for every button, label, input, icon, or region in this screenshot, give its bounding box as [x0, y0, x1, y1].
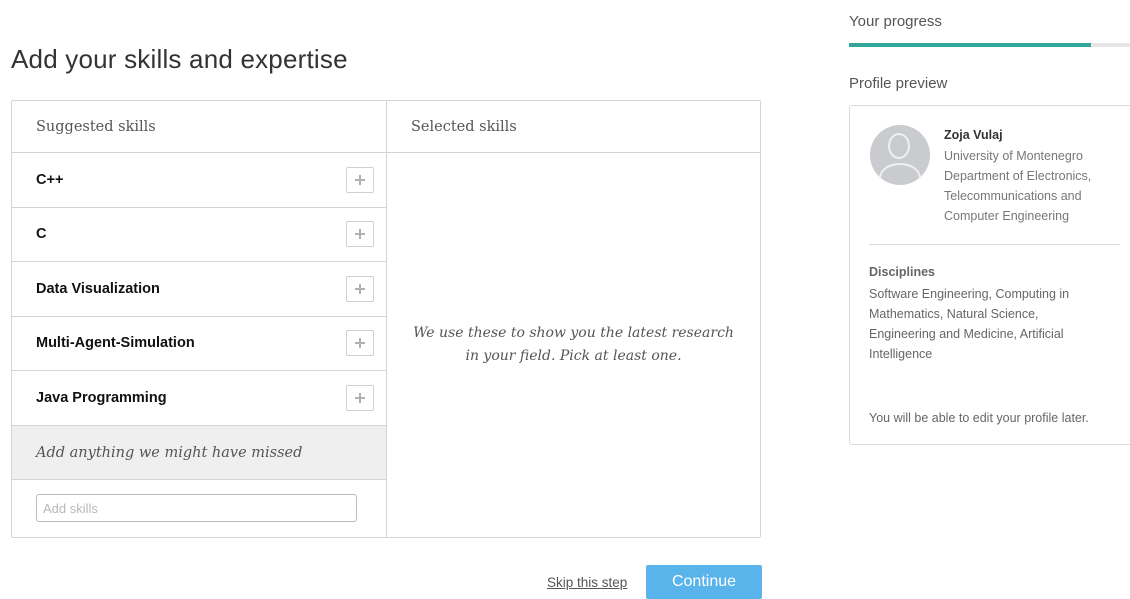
suggested-skills-column: Suggested skills C++ C Data Visualizatio…	[12, 101, 387, 537]
profile-preview-label: Profile preview	[849, 75, 948, 92]
skill-label: Data Visualization	[36, 280, 160, 297]
profile-affiliation: University of Montenegro Department of E…	[944, 149, 1092, 223]
add-skills-container	[12, 480, 386, 538]
skip-step-link[interactable]: Skip this step	[547, 575, 627, 590]
plus-icon	[355, 338, 365, 349]
suggested-skill-row: Multi-Agent-Simulation	[12, 317, 386, 371]
disciplines-title: Disciplines	[869, 265, 935, 279]
plus-icon	[355, 229, 365, 240]
suggested-skill-row: Data Visualization	[12, 262, 386, 317]
continue-button[interactable]: Continue	[646, 565, 762, 599]
progress-bar-fill	[849, 43, 1091, 47]
card-divider	[869, 244, 1120, 245]
skills-panel: Suggested skills C++ C Data Visualizatio…	[11, 100, 761, 538]
edit-profile-note: You will be able to edit your profile la…	[869, 411, 1089, 425]
selected-skills-header: Selected skills	[387, 101, 760, 153]
plus-icon	[355, 174, 365, 185]
profile-preview-card: Zoja Vulaj University of Montenegro Depa…	[849, 105, 1130, 445]
suggested-skill-row: C++	[12, 153, 386, 208]
add-skill-button[interactable]	[346, 275, 374, 302]
progress-label: Your progress	[849, 13, 942, 30]
plus-icon	[355, 283, 365, 294]
page: Add your skills and expertise Suggested …	[0, 0, 1130, 599]
add-missing-skills-label: Add anything we might have missed	[12, 425, 386, 480]
skill-label: Java Programming	[36, 389, 167, 406]
skill-label: C++	[36, 171, 64, 188]
add-skill-button[interactable]	[346, 166, 374, 193]
add-skill-button[interactable]	[346, 384, 374, 411]
selected-skills-hint: We use these to show you the latest rese…	[413, 325, 734, 364]
add-skill-button[interactable]	[346, 221, 374, 248]
selected-skills-column: Selected skills We use these to show you…	[387, 101, 760, 537]
plus-icon	[355, 392, 365, 403]
progress-bar	[849, 43, 1130, 47]
selected-skills-dropzone: We use these to show you the latest rese…	[387, 153, 760, 537]
add-skill-button[interactable]	[346, 330, 374, 357]
suggested-skill-row: Java Programming	[12, 371, 386, 426]
suggested-skill-row: C	[12, 208, 386, 262]
skill-label: C	[36, 226, 47, 243]
profile-name: Zoja Vulaj	[944, 128, 1003, 142]
disciplines-list: Software Engineering, Computing in Mathe…	[869, 287, 1070, 361]
add-skills-input[interactable]	[36, 494, 357, 523]
skill-label: Multi-Agent-Simulation	[36, 335, 195, 352]
user-avatar-icon	[870, 125, 930, 185]
page-title: Add your skills and expertise	[11, 44, 348, 74]
suggested-skills-header: Suggested skills	[12, 101, 386, 153]
